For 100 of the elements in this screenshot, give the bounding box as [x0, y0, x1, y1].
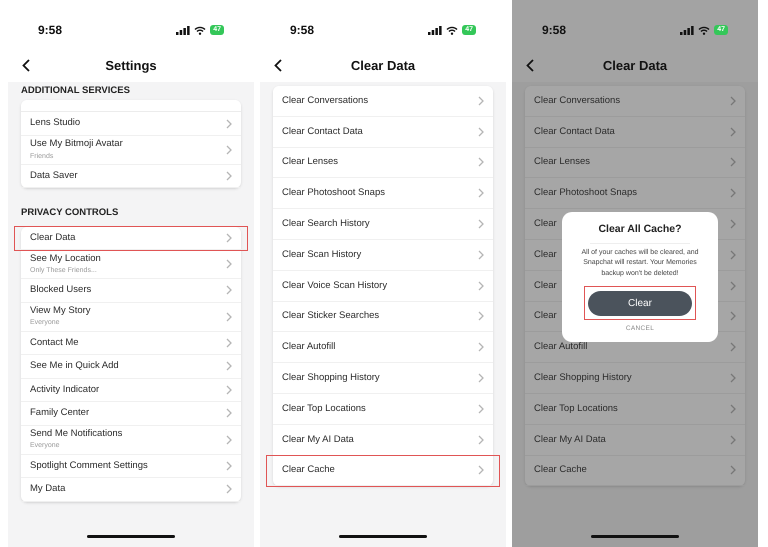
settings-row[interactable]: Clear Cache: [267, 456, 499, 486]
row-label: Clear Search History: [282, 216, 370, 231]
settings-row[interactable]: Spotlight Comment Settings: [21, 454, 241, 478]
back-button[interactable]: [22, 59, 30, 72]
settings-row[interactable]: See Me in Quick Add: [21, 355, 241, 378]
row-label: Clear Shopping History: [282, 370, 380, 385]
chevron-icon: [226, 338, 232, 348]
chevron-icon: [478, 157, 484, 168]
screen-title: Clear Data: [350, 57, 416, 76]
back-button[interactable]: [526, 59, 534, 72]
chevron-icon: [226, 312, 232, 322]
settings-row[interactable]: Clear Scan History: [273, 240, 493, 271]
row-label: Clear Contact Data: [282, 124, 363, 139]
chevron-icon: [478, 126, 484, 137]
row-label: Clear: [534, 278, 557, 293]
chevron-icon: [730, 219, 736, 230]
row-label: Clear: [534, 248, 557, 262]
chevron-icon: [478, 188, 484, 198]
chevron-icon: [226, 259, 232, 269]
row-label: Clear Lenses: [282, 155, 338, 170]
chevron-icon: [226, 408, 232, 418]
row-label: Lens Studio: [30, 116, 80, 130]
settings-row[interactable]: Clear Data: [15, 226, 247, 250]
chevron-icon: [730, 126, 736, 137]
settings-row[interactable]: Clear Photoshoot Snaps: [525, 178, 745, 210]
chevron-icon: [730, 250, 736, 260]
row-label: Clear My AI Data: [534, 432, 606, 447]
status-time: 9:58: [38, 22, 62, 39]
row-label: Family Center: [30, 406, 90, 420]
settings-row[interactable]: Family Center: [21, 402, 241, 426]
row-label: Spotlight Comment Settings: [30, 458, 148, 473]
chevron-icon: [226, 484, 232, 494]
row-label: Clear Data: [30, 230, 76, 245]
settings-row[interactable]: Clear My AI Data: [273, 424, 493, 456]
row-label: Clear My AI Data: [282, 432, 354, 447]
settings-row[interactable]: Clear My AI Data: [525, 424, 745, 456]
settings-row[interactable]: Clear Conversations: [273, 86, 493, 117]
settings-row[interactable]: Activity Indicator: [21, 378, 241, 402]
chevron-icon: [478, 342, 484, 352]
chevron-icon: [478, 465, 484, 476]
signal-icon: [680, 26, 694, 34]
row-label: See My Location: [30, 252, 101, 266]
row-label: My Data: [30, 482, 66, 496]
row-label: Clear Contact Data: [534, 124, 615, 139]
settings-row[interactable]: Clear Search History: [273, 209, 493, 240]
row-label: Clear Scan History: [282, 248, 362, 262]
settings-row[interactable]: Clear Shopping History: [525, 363, 745, 394]
clear-button[interactable]: Clear: [588, 291, 692, 316]
signal-icon: [428, 26, 442, 34]
status-time: 9:58: [542, 22, 566, 39]
settings-row[interactable]: Lens Studio: [21, 112, 241, 136]
chevron-icon: [730, 404, 736, 414]
settings-row[interactable]: Clear Contact Data: [525, 116, 745, 148]
chevron-icon: [226, 144, 232, 155]
settings-row[interactable]: Clear Lenses: [525, 148, 745, 178]
row-label: Activity Indicator: [30, 382, 100, 397]
dialog-title: Clear All Cache?: [590, 222, 690, 244]
row-label: View My Story: [30, 304, 91, 318]
back-button[interactable]: [274, 59, 282, 72]
settings-row[interactable]: Contact Me: [21, 332, 241, 355]
chevron-icon: [730, 280, 736, 291]
row-label: Clear Voice Scan History: [282, 278, 388, 293]
chevron-icon: [226, 384, 232, 395]
row-label: See Me in Quick Add: [30, 359, 119, 374]
row-label: Clear Autofill: [534, 340, 588, 354]
row-label: Clear Cache: [534, 463, 587, 478]
row-label: Clear Top Locations: [282, 402, 366, 416]
settings-row[interactable]: Clear Voice Scan History: [273, 270, 493, 302]
screen-title: Clear Data: [602, 57, 668, 76]
row-label: Blocked Users: [30, 283, 92, 298]
row-label: Send Me Notifications: [30, 427, 122, 442]
settings-row[interactable]: Clear Top Locations: [273, 394, 493, 425]
settings-row[interactable]: Data Saver: [21, 164, 241, 188]
wifi-icon: [446, 26, 458, 34]
chevron-icon: [478, 96, 484, 106]
settings-row[interactable]: Clear Autofill: [273, 332, 493, 364]
chevron-icon: [478, 373, 484, 384]
row-label: Data Saver: [30, 168, 78, 183]
settings-row[interactable]: Clear Shopping History: [273, 363, 493, 394]
chevron-icon: [730, 311, 736, 322]
settings-row[interactable]: Clear Cache: [525, 456, 745, 486]
chevron-icon: [226, 285, 232, 296]
section-header: PRIVACY CONTROLS: [21, 206, 120, 220]
settings-row[interactable]: Clear Lenses: [273, 148, 493, 178]
settings-row[interactable]: Clear Photoshoot Snaps: [273, 178, 493, 210]
settings-row[interactable]: Clear Top Locations: [525, 394, 745, 425]
row-label: Clear Sticker Searches: [282, 309, 380, 324]
row-label: Clear Conversations: [282, 94, 368, 108]
wifi-icon: [194, 26, 206, 34]
chevron-icon: [226, 171, 232, 181]
settings-row[interactable]: Clear Sticker Searches: [273, 302, 493, 332]
settings-row[interactable]: Clear Contact Data: [273, 116, 493, 148]
chevron-icon: [226, 361, 232, 372]
settings-row[interactable]: Clear Conversations: [525, 86, 745, 117]
chevron-icon: [226, 232, 232, 243]
chevron-icon: [478, 404, 484, 414]
settings-row[interactable]: My Data: [21, 478, 241, 502]
chevron-icon: [226, 434, 232, 444]
row-label: Contact Me: [30, 336, 79, 350]
settings-row[interactable]: Blocked Users: [21, 279, 241, 302]
